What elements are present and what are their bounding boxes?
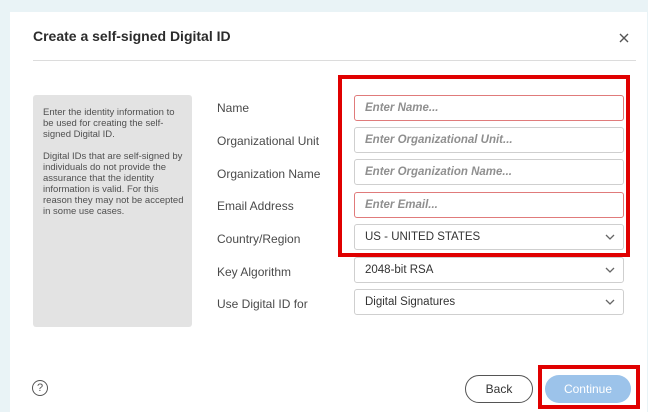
name-input[interactable] [354, 95, 624, 121]
org-name-input[interactable] [354, 159, 624, 185]
info-paragraph-2: Digital IDs that are self-signed by indi… [43, 151, 184, 217]
use-for-select[interactable]: Digital Signatures [354, 289, 624, 315]
chevron-down-icon [605, 234, 615, 240]
key-algorithm-select[interactable]: 2048-bit RSA [354, 257, 624, 283]
chevron-down-icon [605, 267, 615, 273]
country-label: Country/Region [217, 232, 301, 246]
org-unit-label: Organizational Unit [217, 134, 320, 148]
country-select[interactable]: US - UNITED STATES [354, 224, 624, 250]
key-algorithm-select-value: 2048-bit RSA [365, 264, 434, 276]
country-select-value: US - UNITED STATES [365, 231, 481, 243]
create-digital-id-dialog: Create a self-signed Digital ID Enter th… [10, 12, 647, 412]
info-panel: Enter the identity information to be use… [33, 95, 192, 327]
email-input[interactable] [354, 192, 624, 218]
use-for-select-value: Digital Signatures [365, 296, 456, 308]
close-icon[interactable] [616, 30, 632, 46]
org-name-label: Organization Name [217, 167, 321, 181]
dialog-title: Create a self-signed Digital ID [33, 28, 231, 44]
chevron-down-icon [605, 299, 615, 305]
continue-button[interactable]: Continue [545, 375, 631, 403]
name-label: Name [217, 101, 250, 115]
org-unit-input[interactable] [354, 127, 624, 153]
help-icon[interactable]: ? [32, 380, 48, 396]
back-button[interactable]: Back [465, 375, 533, 403]
info-paragraph-1: Enter the identity information to be use… [43, 107, 175, 140]
key-algorithm-label: Key Algorithm [217, 265, 292, 279]
email-label: Email Address [217, 199, 294, 213]
use-for-label: Use Digital ID for [217, 297, 308, 311]
title-divider [33, 60, 636, 61]
